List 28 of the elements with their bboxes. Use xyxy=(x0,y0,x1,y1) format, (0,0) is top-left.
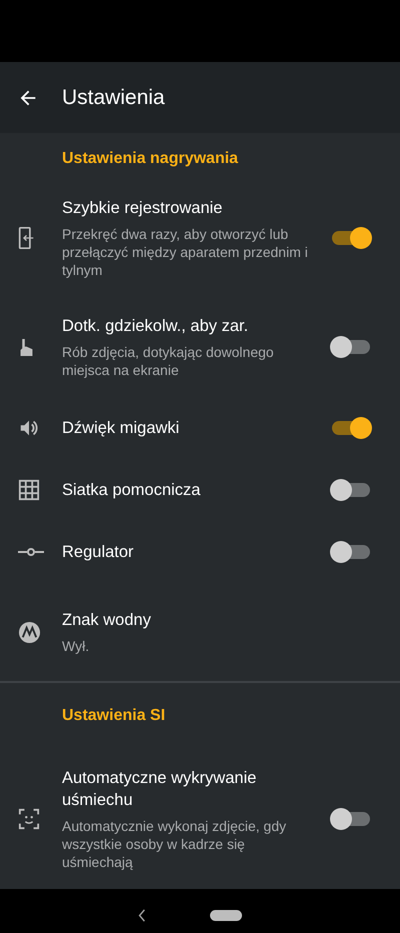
toggle-switch[interactable] xyxy=(330,807,372,831)
screen-title: Ustawienia xyxy=(62,86,165,110)
toggle-switch[interactable] xyxy=(330,416,372,440)
setting-description: Przekręć dwa razy, aby otworzyć lub przełączyć między aparatem przednim i tylnym xyxy=(62,225,308,279)
setting-description: Wył. xyxy=(62,637,90,655)
setting-description: Rób zdjęcia, dotykając dowolnego miejsca na ekranie xyxy=(62,343,275,379)
setting-title: Szybkie rejestrowanie xyxy=(62,198,224,219)
setting-title: Dźwięk migawki xyxy=(62,418,180,439)
setting-description: Automatycznie wykonaj zdjęcie, gdy wszystkie osoby w kadrze się uśmiechają xyxy=(62,817,288,871)
phone-rotate-icon xyxy=(18,226,35,250)
section-header: Ustawienia SI xyxy=(61,706,166,726)
home-pill[interactable] xyxy=(210,910,242,921)
toggle-switch[interactable] xyxy=(330,478,372,502)
setting-title: Regulator xyxy=(62,542,135,563)
toggle-switch[interactable] xyxy=(330,335,372,359)
toggle-switch[interactable] xyxy=(330,226,372,250)
tap-hand-icon xyxy=(18,338,35,356)
setting-title: Dotk. gdziekolw., aby zar. xyxy=(62,316,250,337)
setting-title: Siatka pomocnicza xyxy=(62,480,202,501)
face-frame-icon xyxy=(18,808,40,830)
back-nav-icon[interactable] xyxy=(138,909,146,922)
m-logo-icon xyxy=(18,620,41,644)
setting-title: Znak wodny xyxy=(62,610,152,631)
section-header: Ustawienia nagrywania xyxy=(61,149,240,169)
setting-title: Automatyczne wykrywanie uśmiechu xyxy=(62,768,258,811)
grid-icon xyxy=(18,479,40,501)
toggle-switch[interactable] xyxy=(330,540,372,564)
slider-icon xyxy=(18,547,44,557)
